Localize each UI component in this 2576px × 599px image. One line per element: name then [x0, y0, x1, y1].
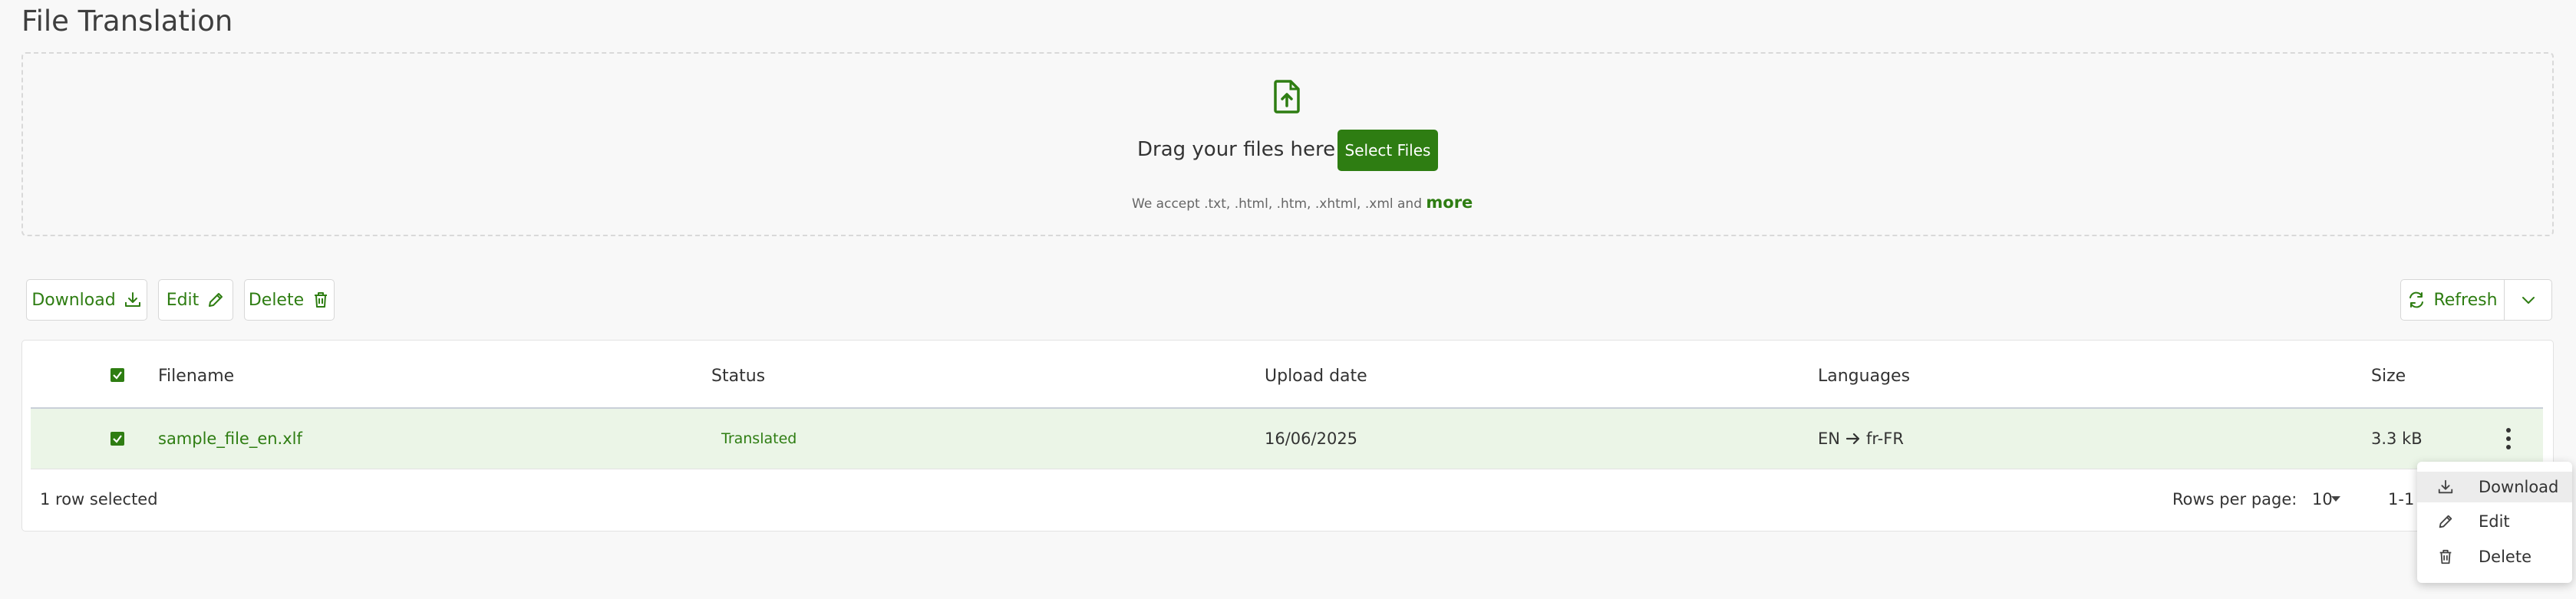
select-all-checkbox[interactable]	[110, 368, 124, 382]
menu-item-edit[interactable]: Edit	[2417, 506, 2572, 537]
row-actions-menu: Download Edit Delete	[2417, 462, 2572, 583]
delete-button-label: Delete	[248, 290, 305, 310]
trash-icon	[2439, 549, 2452, 564]
more-vertical-icon[interactable]	[2505, 427, 2512, 450]
menu-item-download[interactable]: Download	[2417, 472, 2572, 502]
edit-button-label: Edit	[166, 290, 200, 310]
target-language: fr-FR	[1865, 430, 1904, 448]
check-icon	[113, 435, 122, 443]
refresh-button[interactable]: Refresh	[2401, 280, 2505, 320]
filename-cell[interactable]: sample_file_en.xlf	[158, 430, 302, 448]
size-cell: 3.3 kB	[2371, 430, 2423, 448]
download-button[interactable]: Download	[26, 279, 147, 321]
arrow-right-icon	[1845, 433, 1860, 445]
rows-per-page-label: Rows per page:	[2172, 490, 2297, 508]
download-icon	[124, 292, 140, 307]
languages-cell: EN fr-FR	[1818, 430, 1904, 448]
upload-date-cell: 16/06/2025	[1265, 430, 1358, 448]
column-header-upload-date[interactable]: Upload date	[1265, 367, 1367, 386]
accepted-formats-label: We accept .txt, .html, .htm, .xhtml, .xm…	[1132, 196, 1422, 212]
chevron-down-icon	[2522, 297, 2535, 304]
refresh-split-button: Refresh	[2400, 279, 2552, 321]
edit-button[interactable]: Edit	[158, 279, 233, 321]
pencil-icon	[209, 293, 223, 307]
column-header-filename[interactable]: Filename	[158, 367, 234, 386]
trash-icon	[315, 292, 328, 308]
column-header-size[interactable]: Size	[2371, 367, 2406, 386]
menu-item-delete[interactable]: Delete	[2417, 541, 2572, 572]
file-upload-icon	[1274, 80, 1300, 114]
refresh-options-button[interactable]	[2505, 280, 2551, 320]
menu-item-label: Download	[2479, 478, 2559, 496]
page-title: File Translation	[21, 5, 233, 38]
selection-count: 1 row selected	[40, 490, 158, 508]
check-icon	[113, 371, 122, 380]
column-header-status[interactable]: Status	[711, 367, 765, 386]
caret-down-icon[interactable]	[2330, 495, 2341, 503]
pencil-icon	[2439, 515, 2452, 528]
more-formats-link[interactable]: more	[1426, 193, 1473, 212]
file-translation-page: File Translation Drag your files here or…	[0, 0, 2576, 599]
rows-per-page-select[interactable]: 10	[2312, 490, 2333, 508]
menu-item-label: Edit	[2479, 512, 2510, 531]
select-files-button[interactable]: Select Files	[1337, 130, 1438, 171]
column-header-languages[interactable]: Languages	[1818, 367, 1910, 386]
delete-button[interactable]: Delete	[244, 279, 335, 321]
status-badge: Translated	[721, 430, 797, 447]
row-checkbox[interactable]	[110, 432, 124, 446]
download-icon	[2438, 479, 2453, 494]
download-button-label: Download	[31, 290, 116, 310]
menu-item-label: Delete	[2479, 548, 2531, 566]
refresh-icon	[2409, 291, 2424, 308]
drag-text: Drag your files here or	[1137, 138, 1362, 161]
source-language: EN	[1818, 430, 1840, 448]
refresh-button-label: Refresh	[2433, 290, 2498, 310]
accepted-formats-text: We accept .txt, .html, .htm, .xhtml, .xm…	[1132, 193, 1473, 212]
